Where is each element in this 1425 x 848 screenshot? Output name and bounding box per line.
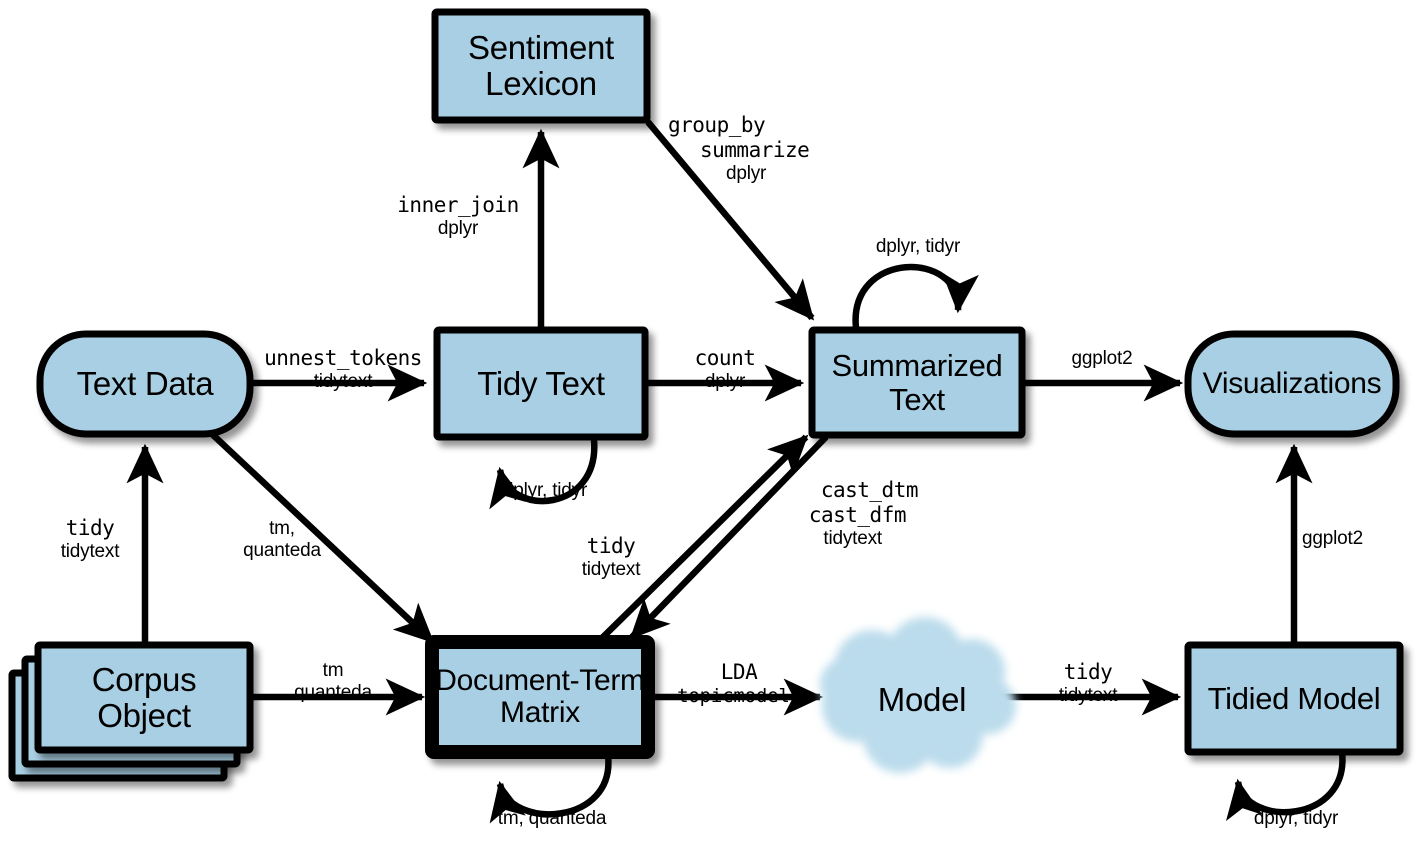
node-text-data[interactable] — [36, 330, 254, 438]
node-document-term-matrix[interactable] — [425, 635, 655, 759]
edge-tidied-model-self-loop — [1226, 751, 1346, 822]
edge-document-term-matrix-to-summarized-text — [597, 434, 809, 643]
edge-sentiment-lexicon-to-summarized-text — [645, 119, 815, 321]
edge-summarized-text-to-document-term-matrix — [629, 434, 829, 640]
node-model[interactable] — [820, 617, 1016, 773]
node-visualizations[interactable] — [1184, 330, 1400, 438]
node-tidy-text[interactable] — [433, 326, 649, 441]
edge-summarized-text-self-loop — [852, 263, 979, 329]
node-tidied-model[interactable] — [1184, 641, 1404, 756]
edge-tidy-text-self-loop — [489, 439, 598, 510]
node-summarized-text[interactable] — [808, 326, 1026, 439]
node-sentiment-lexicon[interactable] — [431, 8, 651, 124]
corpus-card-front — [34, 641, 254, 754]
diagram-canvas — [8, 8, 1404, 824]
node-corpus-object[interactable] — [8, 641, 254, 782]
edge-document-term-matrix-self-loop — [489, 754, 612, 824]
edge-text-data-to-document-term-matrix — [209, 431, 435, 644]
